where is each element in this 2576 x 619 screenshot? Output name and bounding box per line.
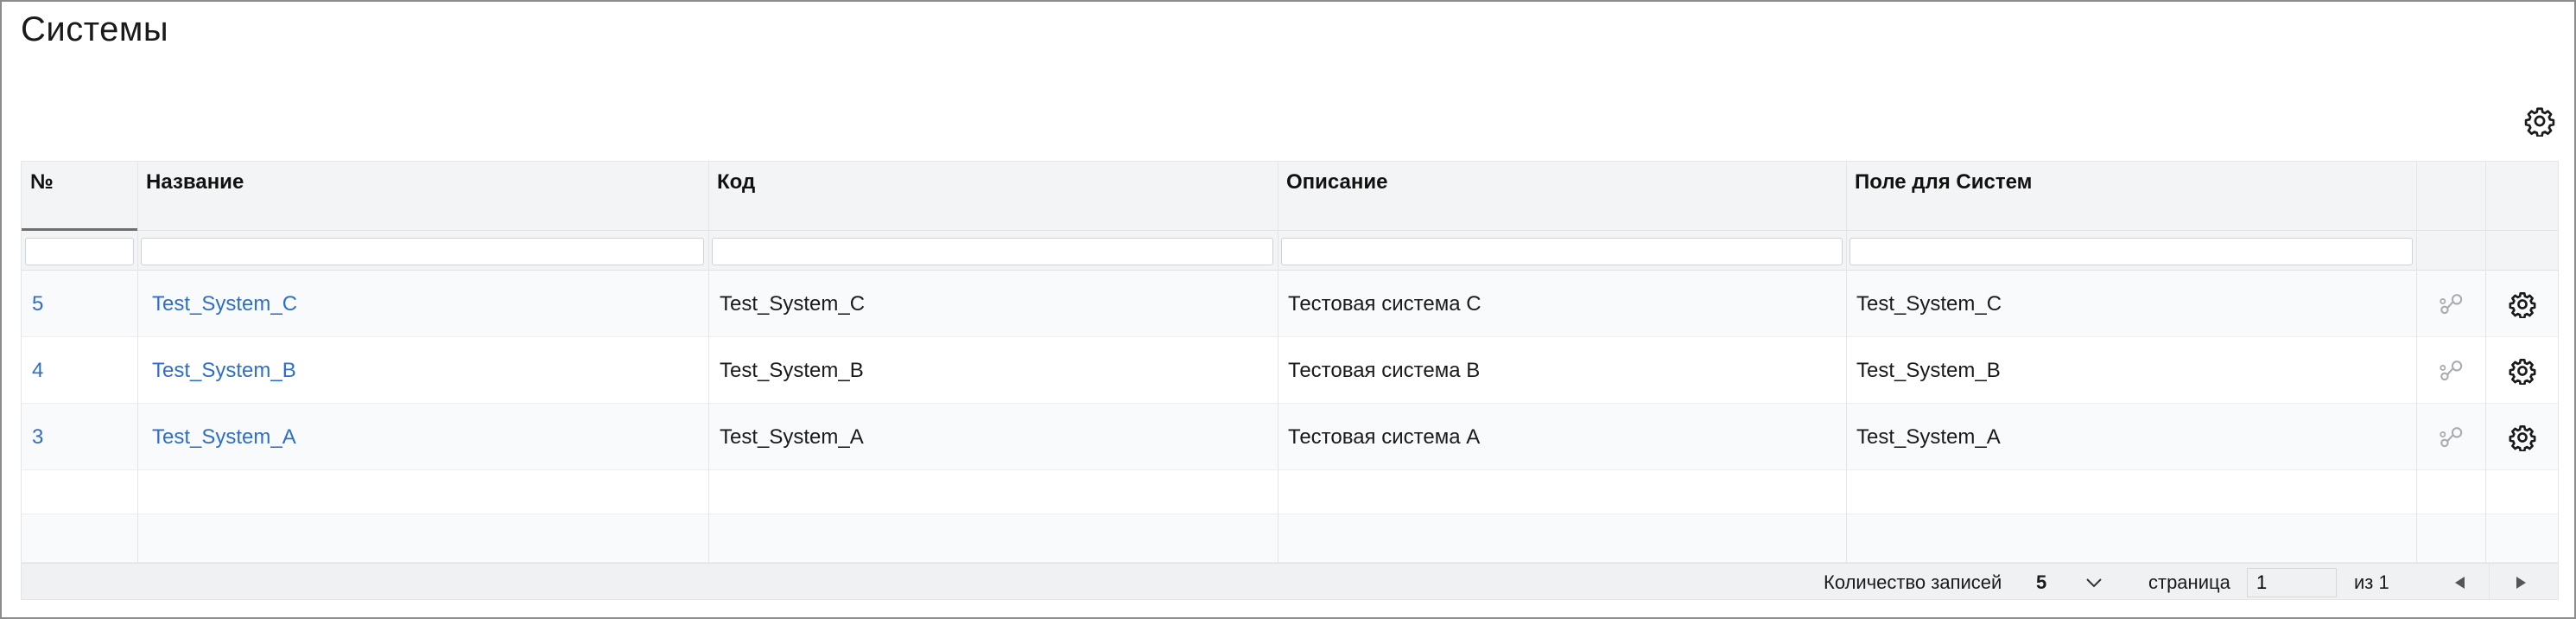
next-page-button[interactable] [2492,564,2549,599]
row-systems-field: Test_System_A [1856,425,2001,449]
row-code: Test_System_A [720,425,864,449]
table-footer: Количество записей 5 страница из 1 [22,563,2558,599]
chevron-down-icon [2086,578,2102,588]
link-nodes-icon[interactable] [2436,290,2465,319]
column-header-code[interactable]: Код [708,162,1278,231]
column-divider [2485,162,2486,563]
column-header-actions [2485,162,2558,231]
row-description: Тестовая система A [1288,425,1481,449]
column-divider [1846,162,1847,563]
table-row[interactable]: 4 Test_System_B Test_System_B Тестовая с… [22,337,2558,404]
row-name-link[interactable]: Test_System_C [152,271,297,337]
column-header-link [2416,162,2485,231]
filter-row [22,231,2558,271]
column-divider [708,162,709,563]
gear-icon[interactable] [2509,357,2536,385]
link-nodes-icon[interactable] [2436,423,2465,452]
column-divider [2416,162,2417,563]
gear-icon[interactable] [2509,424,2536,451]
triangle-right-icon [2516,577,2526,589]
link-nodes-icon[interactable] [2436,356,2465,386]
filter-input-systems-field[interactable] [1850,238,2413,265]
row-num-link[interactable]: 4 [32,337,43,404]
row-num-link[interactable]: 3 [32,404,43,470]
filter-input-num[interactable] [25,238,134,265]
filter-input-code[interactable] [712,238,1273,265]
row-description: Тестовая система B [1288,359,1481,382]
prev-page-button[interactable] [2432,564,2489,599]
row-num-link[interactable]: 5 [32,271,43,337]
filter-input-name[interactable] [141,238,704,265]
table-row[interactable]: 5 Test_System_C Test_System_C Тестовая с… [22,271,2558,337]
filter-input-description[interactable] [1281,238,1843,265]
systems-table: № Название Код Описание Поле для Систем … [21,161,2559,600]
page-title: Системы [21,10,169,48]
row-name-link[interactable]: Test_System_B [152,337,296,404]
row-description: Тестовая система C [1288,292,1482,316]
table-row[interactable]: 3 Test_System_A Test_System_A Тестовая с… [22,404,2558,470]
table-settings-gear-icon[interactable] [2524,105,2555,137]
pager-divider [2489,564,2490,599]
records-per-page-value: 5 [2036,571,2047,593]
empty-row [22,514,2558,563]
column-header-description[interactable]: Описание [1278,162,1846,231]
row-systems-field: Test_System_B [1856,359,2001,382]
page-total-label: из 1 [2354,571,2389,593]
row-code: Test_System_C [720,292,866,316]
row-systems-field: Test_System_C [1856,292,2002,316]
empty-row [22,470,2558,514]
page-number-input[interactable] [2247,568,2337,597]
row-code: Test_System_B [720,359,864,382]
app-frame: Системы № Название Код Описание Поле для… [0,0,2576,619]
table-header-row: № Название Код Описание Поле для Систем [22,162,2558,233]
records-count-label: Количество записей [1824,571,2002,593]
column-header-name[interactable]: Название [137,162,708,231]
gear-icon[interactable] [2509,290,2536,318]
column-header-systems-field[interactable]: Поле для Систем [1846,162,2416,231]
column-header-num[interactable]: № [22,162,137,233]
triangle-left-icon [2455,577,2465,589]
page-label: страница [2148,571,2230,593]
records-per-page-select[interactable]: 5 [2024,567,2110,598]
row-name-link[interactable]: Test_System_A [152,404,296,470]
column-divider [137,162,138,563]
